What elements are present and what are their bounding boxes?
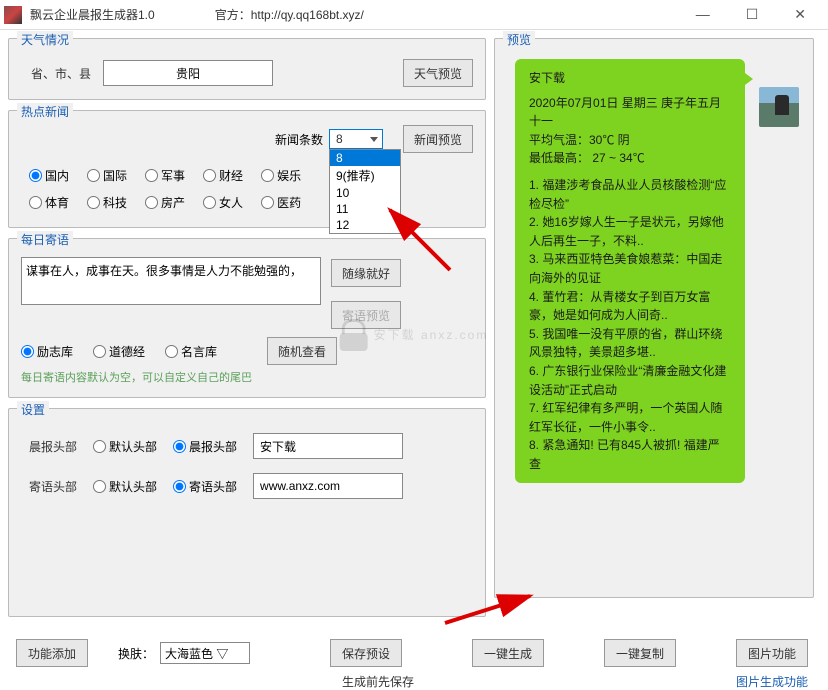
news-group: 热点新闻 新闻条数 8 8 9(推荐) 10 11 12 新闻预览 国内 (8, 110, 486, 228)
official-link[interactable]: 官方：http://qy.qq168bt.xyz/ (215, 6, 364, 23)
radio-medicine[interactable]: 医药 (261, 194, 301, 211)
settings-group: 设置 晨报头部 默认头部 晨报头部 寄语头部 默认头部 寄语头部 (8, 408, 486, 617)
bubble-title: 安下载 (529, 69, 731, 88)
jiyu-value-input[interactable] (253, 473, 403, 499)
dropdown-option[interactable]: 9(推荐) (330, 166, 400, 185)
titlebar: 飘云企业晨报生成器1.0 官方：http://qy.qq168bt.xyz/ —… (0, 0, 828, 30)
random-view-button[interactable]: 随机查看 (267, 337, 337, 365)
jiyu-header-label: 寄语头部 (21, 478, 77, 495)
radio-morning-header[interactable]: 晨报头部 (173, 438, 237, 455)
radio-default-jiyu-header[interactable]: 默认头部 (93, 478, 157, 495)
save-hint: 生成前先保存 (342, 673, 414, 690)
news-category-row1: 国内 国际 军事 财经 娱乐 (29, 167, 473, 184)
news-item: 1. 福建涉考食品从业人员核酸检测“应检尽检” (529, 176, 731, 213)
news-count-select[interactable]: 8 8 9(推荐) 10 11 12 (329, 129, 383, 149)
bubble-date: 2020年07月01日 星期三 庚子年五月十一 (529, 94, 731, 131)
add-function-button[interactable]: 功能添加 (16, 639, 88, 667)
suiyuan-button[interactable]: 随缘就好 (331, 259, 401, 287)
radio-international[interactable]: 国际 (87, 167, 127, 184)
app-title: 飘云企业晨报生成器1.0 (30, 6, 155, 23)
radio-default-header[interactable]: 默认头部 (93, 438, 157, 455)
weather-preview-button[interactable]: 天气预览 (403, 59, 473, 87)
jiyu-group: 每日寄语 谋事在人，成事在天。很多事情是人力不能勉强的， 随缘就好 寄语预览 励… (8, 238, 486, 398)
header-value-input[interactable] (253, 433, 403, 459)
radio-finance[interactable]: 财经 (203, 167, 243, 184)
image-gen-link[interactable]: 图片生成功能 (736, 673, 808, 690)
radio-sports[interactable]: 体育 (29, 194, 69, 211)
minimize-button[interactable]: — (688, 6, 718, 23)
generate-button[interactable]: 一键生成 (472, 639, 544, 667)
bottom-toolbar: 功能添加 换肤： 大海蓝色 ▽ 保存预设 一键生成 一键复制 图片功能 (0, 635, 828, 667)
radio-tech[interactable]: 科技 (87, 194, 127, 211)
dropdown-option[interactable]: 10 (330, 185, 400, 201)
news-item: 7. 红军纪律有多严明，一个英国人随红军长征，一件小事令.. (529, 399, 731, 436)
copy-button[interactable]: 一键复制 (604, 639, 676, 667)
skin-select[interactable]: 大海蓝色 ▽ (160, 642, 250, 664)
news-preview-button[interactable]: 新闻预览 (403, 125, 473, 153)
city-label: 省、市、县 (21, 65, 91, 82)
news-item: 3. 马来西亚特色美食娘惹菜：中国走向海外的见证 (529, 250, 731, 287)
image-function-button[interactable]: 图片功能 (736, 639, 808, 667)
jiyu-preview-button[interactable]: 寄语预览 (331, 301, 401, 329)
news-item: 6. 广东银行业保险业“清廉金融文化建设活动”正式启动 (529, 362, 731, 399)
radio-entertainment[interactable]: 娱乐 (261, 167, 301, 184)
preview-group-title: 预览 (503, 31, 535, 48)
header-label: 晨报头部 (21, 438, 77, 455)
news-item: 2. 她16岁嫁人生一子是状元，另嫁他人后再生一子，不料.. (529, 213, 731, 250)
radio-domestic[interactable]: 国内 (29, 167, 69, 184)
bubble-temp: 平均气温：30℃ 阴 (529, 131, 731, 150)
window-controls: — ☐ ✕ (688, 6, 824, 23)
preview-group: 预览 安下载 2020年07月01日 星期三 庚子年五月十一 平均气温：30℃ … (494, 38, 814, 598)
news-count-dropdown[interactable]: 8 9(推荐) 10 11 12 (329, 149, 401, 234)
news-category-row2: 体育 科技 房产 女人 医药 (29, 194, 473, 211)
save-preset-button[interactable]: 保存预设 (330, 639, 402, 667)
avatar (759, 87, 799, 127)
jiyu-group-title: 每日寄语 (17, 231, 73, 248)
radio-lizhi[interactable]: 励志库 (21, 343, 73, 360)
radio-daodejing[interactable]: 道德经 (93, 343, 145, 360)
news-count-label: 新闻条数 (275, 131, 323, 148)
settings-group-title: 设置 (17, 401, 49, 418)
dropdown-option[interactable]: 12 (330, 217, 400, 233)
radio-realestate[interactable]: 房产 (145, 194, 185, 211)
dropdown-option[interactable]: 8 (330, 150, 400, 166)
news-group-title: 热点新闻 (17, 103, 73, 120)
news-item: 4. 董竹君：从青楼女子到百万女富豪，她是如何成为人间奇.. (529, 288, 731, 325)
radio-women[interactable]: 女人 (203, 194, 243, 211)
radio-mingyan[interactable]: 名言库 (165, 343, 217, 360)
weather-group-title: 天气情况 (17, 31, 73, 48)
radio-jiyu-header[interactable]: 寄语头部 (173, 478, 237, 495)
jiyu-hint: 每日寄语内容默认为空，可以自定义自己的尾巴 (21, 369, 473, 385)
dropdown-option[interactable]: 11 (330, 201, 400, 217)
close-button[interactable]: ✕ (786, 6, 814, 23)
bottom-links: 生成前先保存 图片生成功能 (0, 667, 828, 690)
city-input[interactable] (103, 60, 273, 86)
app-icon (4, 6, 22, 24)
weather-group: 天气情况 省、市、县 天气预览 (8, 38, 486, 100)
bubble-range: 最低最高： 27 ~ 34℃ (529, 149, 731, 168)
jiyu-textarea[interactable]: 谋事在人，成事在天。很多事情是人力不能勉强的， (21, 257, 321, 305)
radio-military[interactable]: 军事 (145, 167, 185, 184)
news-item: 5. 我国唯一没有平原的省，群山环绕风景独特，美景超多堪.. (529, 325, 731, 362)
maximize-button[interactable]: ☐ (738, 6, 767, 23)
news-item: 8. 紧急通知! 已有845人被抓! 福建严查 (529, 436, 731, 473)
chat-bubble: 安下载 2020年07月01日 星期三 庚子年五月十一 平均气温：30℃ 阴 最… (515, 59, 745, 483)
skin-label: 换肤： (118, 645, 154, 662)
